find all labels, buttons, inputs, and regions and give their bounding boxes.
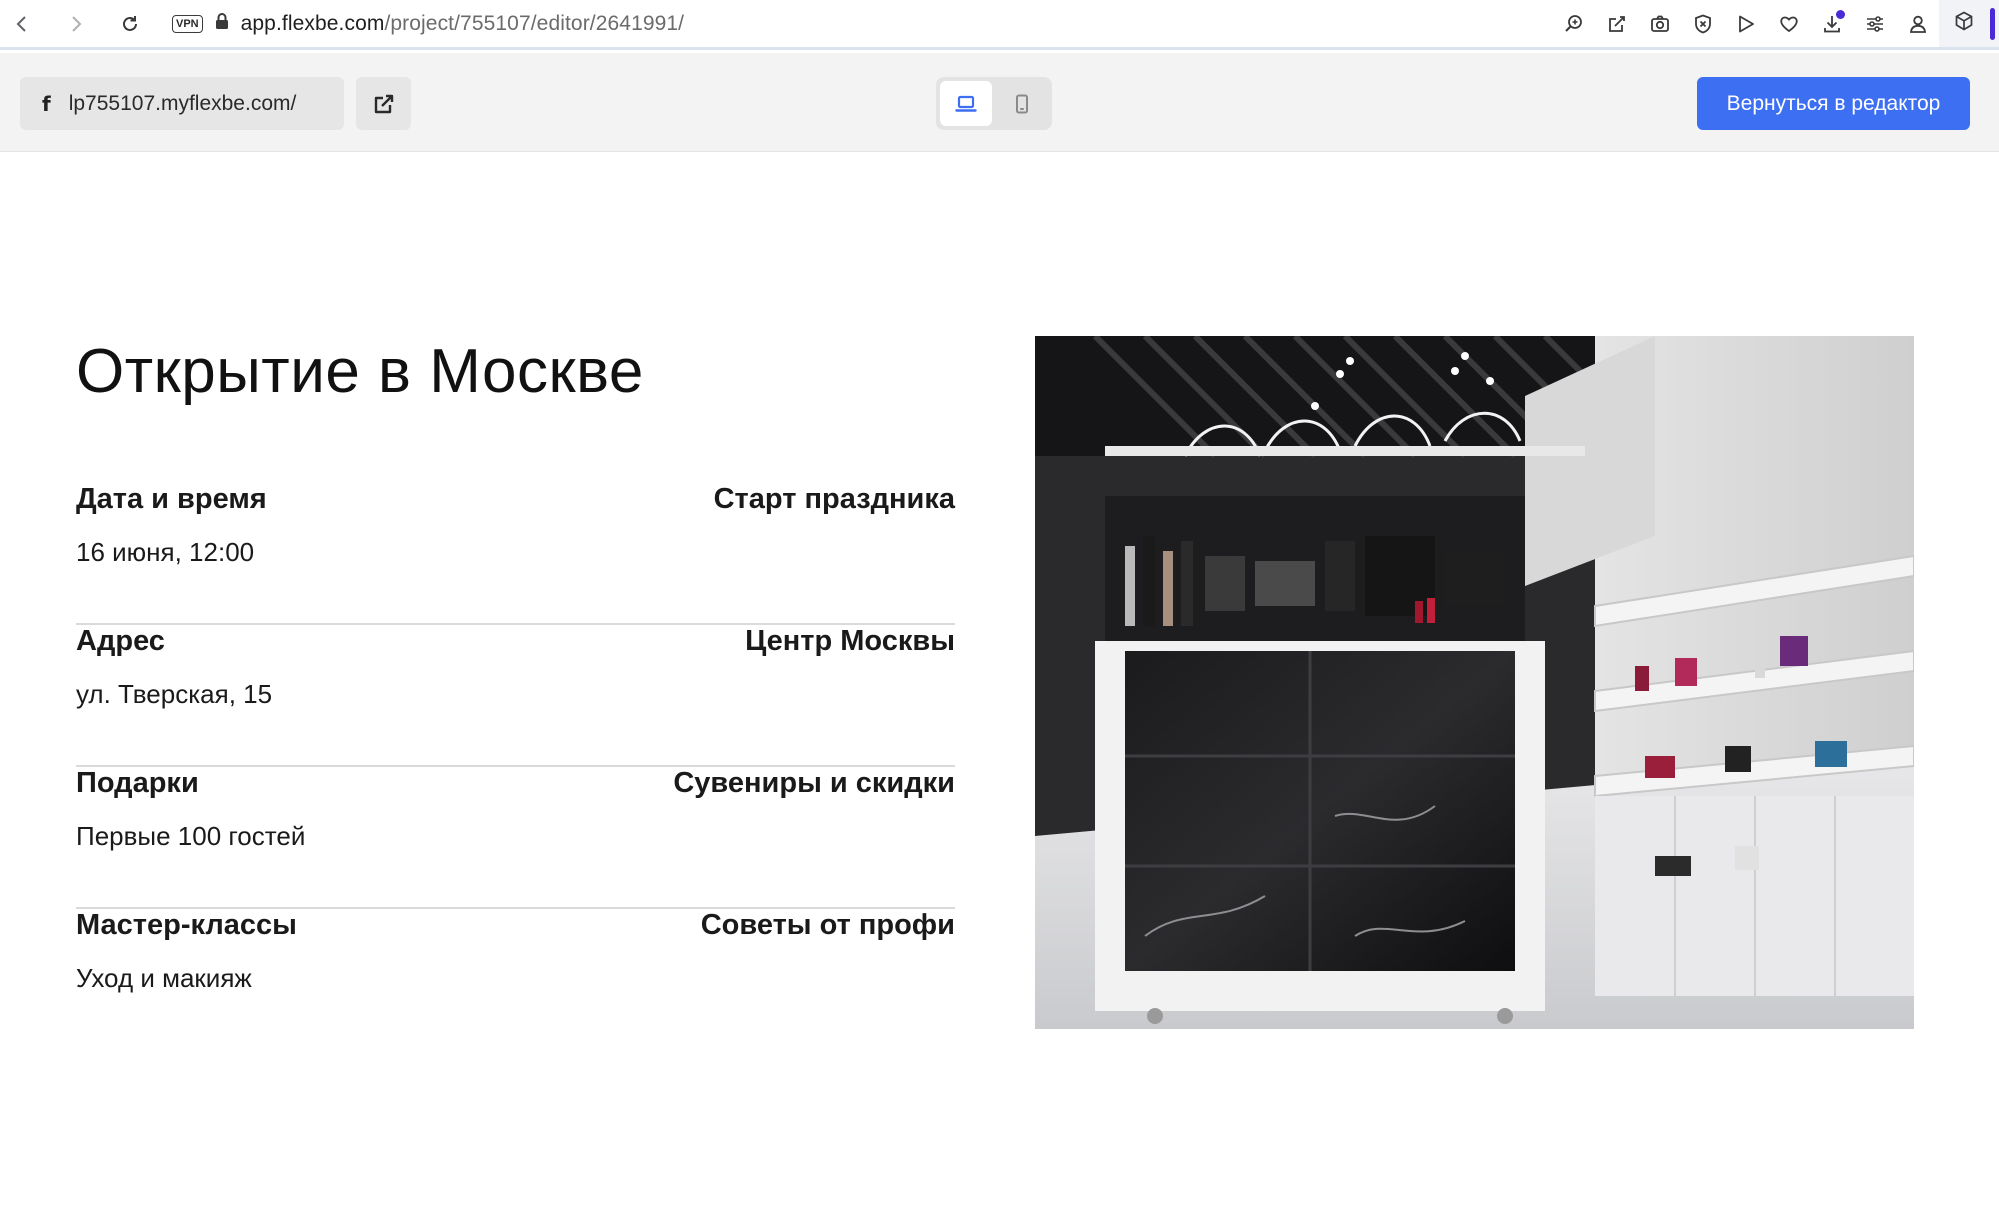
laptop-icon — [955, 95, 977, 112]
detail-row: Дата и время 16 июня, 12:00 Старт праздн… — [76, 483, 955, 625]
detail-label: Подарки — [76, 767, 199, 799]
mobile-view-button[interactable] — [996, 81, 1048, 126]
preview-toolbar: f lp755107.myflexbe.com/ Вернуться в ред… — [0, 53, 1999, 152]
site-url-text: lp755107.myflexbe.com/ — [68, 91, 297, 115]
store-interior-image — [1035, 336, 1914, 1029]
browser-nav — [2, 4, 150, 44]
send-icon[interactable] — [1724, 4, 1767, 44]
sidebar-indicator — [1990, 8, 1995, 40]
detail-value: ул. Тверская, 15 — [76, 679, 273, 709]
detail-value: 16 июня, 12:00 — [76, 537, 255, 567]
edit-share-icon[interactable] — [1595, 4, 1638, 44]
open-external-button[interactable] — [356, 77, 411, 130]
detail-row: Мастер-классы Уход и макияж Советы от пр… — [76, 909, 955, 1051]
forward-arrow-icon[interactable] — [56, 4, 96, 44]
detail-label: Мастер-классы — [76, 909, 297, 941]
back-to-editor-button[interactable]: Вернуться в редактор — [1697, 77, 1970, 130]
url-path: /project/755107/editor/2641991/ — [384, 11, 685, 35]
download-icon[interactable] — [1810, 4, 1853, 44]
detail-value: Уход и макияж — [76, 963, 252, 993]
settings-sliders-icon[interactable] — [1853, 4, 1896, 44]
back-arrow-icon[interactable] — [2, 4, 42, 44]
flexbe-logo-icon: f — [42, 91, 51, 116]
camera-icon[interactable] — [1638, 4, 1681, 44]
phone-icon — [1016, 94, 1028, 113]
detail-caption: Старт праздника — [713, 483, 955, 515]
detail-caption: Сувениры и скидки — [673, 767, 955, 799]
detail-label: Адрес — [76, 625, 165, 657]
extension-cube-slot[interactable] — [1939, 0, 1999, 47]
detail-value: Первые 100 гостей — [76, 821, 306, 851]
site-url-field[interactable]: f lp755107.myflexbe.com/ — [20, 77, 344, 130]
vpn-badge[interactable]: VPN — [172, 14, 203, 33]
cube-icon[interactable] — [1953, 10, 1975, 37]
detail-row: Адрес ул. Тверская, 15 Центр Москвы — [76, 625, 955, 767]
detail-row: Подарки Первые 100 гостей Сувениры и ски… — [76, 767, 955, 909]
external-link-icon — [374, 94, 393, 113]
url-text[interactable]: app.flexbe.com/project/755107/editor/264… — [241, 12, 685, 36]
heart-icon[interactable] — [1767, 4, 1810, 44]
address-bar[interactable]: VPN app.flexbe.com/project/755107/editor… — [172, 6, 684, 42]
zoom-icon[interactable] — [1552, 4, 1595, 44]
reload-icon[interactable] — [110, 4, 150, 44]
lock-icon[interactable] — [213, 12, 231, 35]
page-title: Открытие в Москве — [76, 337, 644, 406]
detail-label: Дата и время — [76, 483, 267, 515]
detail-caption: Советы от профи — [700, 909, 955, 941]
profile-icon[interactable] — [1896, 4, 1939, 44]
event-details: Дата и время 16 июня, 12:00 Старт праздн… — [76, 483, 955, 1051]
page-content: Открытие в Москве Дата и время 16 июня, … — [0, 153, 1999, 1218]
device-switcher — [936, 77, 1052, 130]
url-host: app.flexbe.com — [240, 11, 385, 35]
browser-toolbar: VPN app.flexbe.com/project/755107/editor… — [0, 0, 1999, 50]
shield-block-icon[interactable] — [1681, 4, 1724, 44]
download-indicator-dot — [1836, 9, 1845, 19]
browser-extensions — [1552, 0, 1999, 47]
desktop-view-button[interactable] — [940, 81, 992, 126]
detail-caption: Центр Москвы — [745, 625, 955, 657]
